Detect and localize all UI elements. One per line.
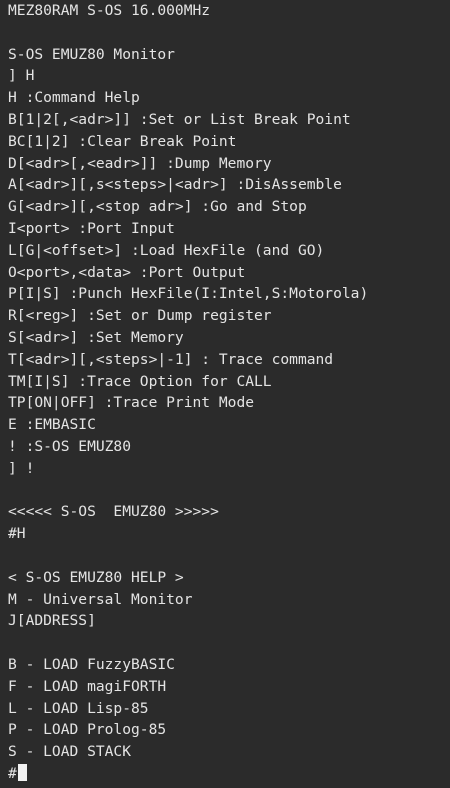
terminal-line: B[1|2[,<adr>]] :Set or List Break Point [8,110,351,128]
terminal-window[interactable]: MEZ80RAM S-OS 16.000MHz S-OS EMUZ80 Moni… [0,0,450,788]
terminal-line: MEZ80RAM S-OS 16.000MHz [8,2,211,19]
prompt-line[interactable]: # [8,763,450,785]
terminal-line: I<port> :Port Input [8,219,175,237]
scrollbar[interactable] [443,4,448,784]
terminal-line: O<port>,<data> :Port Output [8,263,246,281]
terminal-line: R[<reg>] :Set or Dump register [8,307,272,325]
text-cursor [17,763,27,781]
terminal-line: <<<<< S-OS EMUZ80 >>>>> [8,503,219,521]
terminal-line: J[ADDRESS] [8,612,96,630]
terminal-line: ] ! [8,459,35,477]
terminal-line: G[<adr>][,<stop adr>] :Go and Stop [8,198,307,216]
terminal-line: A[<adr>][,s<steps>|<adr>] :DisAssemble [8,176,342,194]
terminal-line: TM[I|S] :Trace Option for CALL [8,372,272,390]
terminal-line: D[<adr>[,<eadr>]] :Dump Memory [8,154,272,172]
terminal-line: TP[ON|OFF] :Trace Print Mode [8,394,255,412]
terminal-line: L[G|<offset>] :Load HexFile (and GO) [8,241,325,259]
terminal-line: < S-OS EMUZ80 HELP > [8,568,184,586]
terminal-line: P[I|S] :Punch HexFile(I:Intel,S:Motorola… [8,285,369,303]
terminal-line: L - LOAD Lisp-85 [8,699,149,717]
terminal-line: S[<adr>] :Set Memory [8,328,184,346]
terminal-line: S - LOAD STACK [8,743,132,761]
terminal-line: M - Universal Monitor [8,590,193,608]
terminal-line: #H [8,525,26,543]
terminal-line: E :EMBASIC [8,416,96,434]
terminal-line: T[<adr>][,<steps>|-1] : Trace command [8,350,334,368]
terminal-line: P - LOAD Prolog-85 [8,721,167,739]
prompt-symbol: # [8,764,17,782]
terminal-line: S-OS EMUZ80 Monitor [8,45,175,63]
terminal-line: ! :S-OS EMUZ80 [8,437,132,455]
terminal-line: H :Command Help [8,89,140,107]
terminal-line: F - LOAD magiFORTH [8,677,167,695]
terminal-line: BC[1|2] :Clear Break Point [8,132,237,150]
terminal-line: B - LOAD FuzzyBASIC [8,655,175,673]
terminal-line: ] H [8,67,35,85]
